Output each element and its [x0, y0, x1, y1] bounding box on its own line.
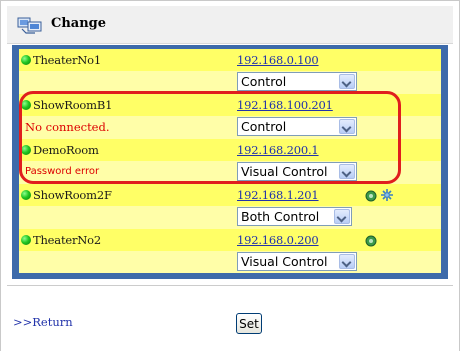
device-row-theaterno2: TheaterNo2 192.168.0.200: [19, 229, 441, 251]
device-name-label: TheaterNo2: [33, 233, 101, 247]
return-link[interactable]: >>Return: [13, 315, 73, 329]
device-row-theaterno1: TheaterNo1 192.168.0.100: [19, 49, 441, 71]
device-ip-link[interactable]: 192.168.0.100: [237, 53, 319, 67]
chevron-down-icon[interactable]: [339, 254, 355, 269]
chevron-down-icon[interactable]: [334, 209, 350, 224]
device-name: TheaterNo2: [21, 232, 101, 248]
device-ip-link[interactable]: 192.168.0.200: [237, 233, 319, 247]
divider: [7, 285, 453, 286]
device-control-row: Visual Control: [19, 251, 441, 273]
control-mode-value: Visual Control: [241, 164, 328, 179]
device-row-demoroom: DemoRoom 192.168.200.1: [19, 139, 441, 161]
device-name: DemoRoom: [21, 142, 99, 158]
device-ip-link[interactable]: 192.168.100.201: [237, 98, 333, 112]
device-control-row: Both Control: [19, 206, 441, 228]
connection-status-icon: [21, 145, 31, 155]
control-mode-select[interactable]: Both Control: [237, 207, 352, 226]
chevron-down-icon[interactable]: [339, 74, 355, 89]
connection-status-icon: [21, 235, 31, 245]
control-mode-value: Control: [241, 119, 287, 134]
device-name: ShowRoom2F: [21, 187, 112, 203]
device-ip-link[interactable]: 192.168.1.201: [237, 188, 319, 202]
device-control-row: No connected. Control: [19, 116, 441, 138]
device-name-label: TheaterNo1: [33, 53, 101, 67]
set-button[interactable]: Set: [236, 313, 262, 334]
device-name-label: ShowRoomB1: [33, 98, 113, 112]
control-mode-value: Control: [241, 74, 287, 89]
control-mode-select[interactable]: Visual Control: [237, 252, 357, 271]
network-control-icon: [380, 187, 394, 206]
device-name-label: ShowRoom2F: [33, 188, 112, 202]
control-mode-select[interactable]: Control: [237, 72, 357, 91]
visual-control-icon: [364, 232, 378, 251]
device-name: ShowRoomB1: [21, 97, 112, 113]
device-list: TheaterNo1 192.168.0.100 Control ShowRoo…: [19, 49, 441, 273]
chevron-down-icon[interactable]: [339, 164, 355, 179]
window-frame-left: [0, 0, 1, 351]
device-ip-link[interactable]: 192.168.200.1: [237, 143, 319, 157]
connection-status-icon: [21, 190, 31, 200]
device-control-row: Password error Visual Control: [19, 161, 441, 183]
device-control-row: Control: [19, 71, 441, 93]
connection-status-icon: [21, 100, 31, 110]
visual-control-icon: [364, 187, 378, 206]
device-status: Password error: [25, 166, 100, 177]
connection-status-icon: [21, 55, 31, 65]
device-list-panel: TheaterNo1 192.168.0.100 Control ShowRoo…: [12, 45, 448, 279]
device-row-showroomb1: ShowRoomB1 192.168.100.201: [19, 94, 441, 116]
chevron-down-icon[interactable]: [339, 119, 355, 134]
device-status: No connected.: [25, 120, 110, 134]
device-name-label: DemoRoom: [33, 143, 99, 157]
window-frame-top: [0, 0, 460, 1]
page-header: Change: [7, 6, 453, 44]
device-row-showroom2f: ShowRoom2F 192.168.1.201: [19, 184, 441, 206]
control-mode-select[interactable]: Control: [237, 117, 357, 136]
control-mode-select[interactable]: Visual Control: [237, 162, 357, 181]
network-computers-icon: [17, 15, 43, 35]
control-mode-value: Visual Control: [241, 254, 328, 269]
page-title: Change: [51, 16, 107, 31]
device-name: TheaterNo1: [21, 52, 101, 68]
control-mode-value: Both Control: [241, 209, 320, 224]
